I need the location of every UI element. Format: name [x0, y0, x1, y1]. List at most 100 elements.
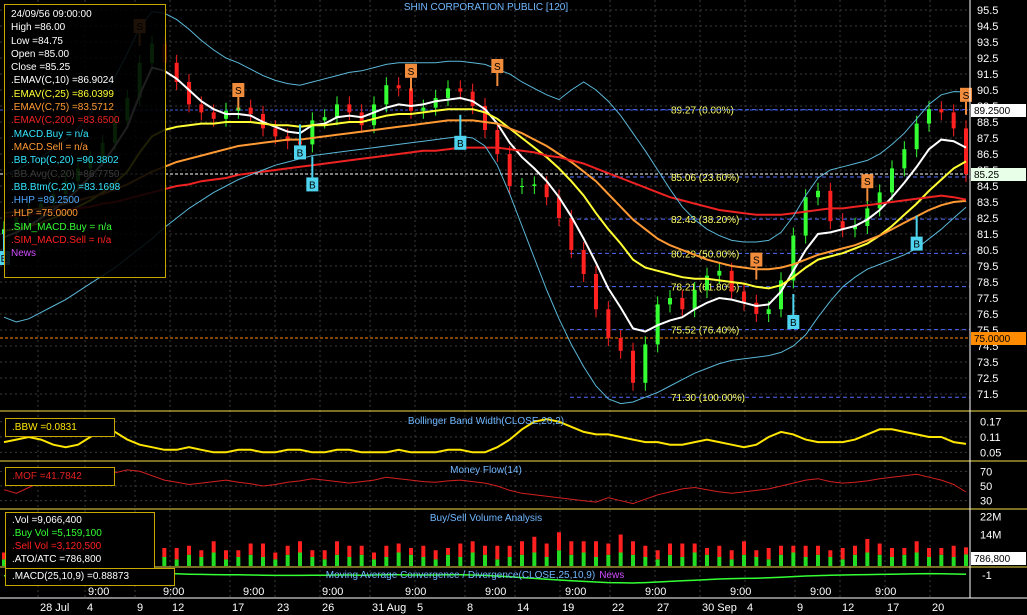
macd-buy-value: .MACD.Buy = n/a [11, 128, 89, 140]
bbw-panel-tick-label: 0.17 [980, 417, 1001, 429]
candle-body-55 [680, 298, 685, 310]
sell-volume-bar-13 [162, 548, 167, 557]
sell-volume-bar-23 [285, 545, 290, 555]
vol-value: .Vol =9,066,400 [12, 515, 82, 526]
sell-volume-bar-57 [705, 548, 709, 555]
candle-body-66 [816, 190, 820, 198]
buy-volume-bar-30 [372, 559, 376, 566]
sell-volume-bar-55 [680, 543, 685, 557]
signal-letter: S [963, 91, 970, 102]
buy-volume-bar-39 [483, 554, 487, 566]
price-tick-label: 71.5 [977, 389, 998, 401]
buy-volume-bar-40 [495, 559, 500, 566]
buy-volume-bar-41 [507, 557, 512, 566]
sell-volume-bar-38 [470, 541, 475, 553]
signal-letter: B [790, 318, 797, 329]
time-tick-label: 9:00 [485, 586, 506, 598]
sell-volume-bar-31 [384, 545, 389, 557]
sell-volume-bar-41 [507, 545, 512, 557]
price-tick-label: 72.5 [977, 373, 998, 385]
date-tick-label: 19 [562, 602, 574, 614]
sell-volume-bar-29 [359, 545, 364, 555]
buy-volume-bar-78 [964, 554, 968, 566]
sell-volume-bar-53 [655, 550, 660, 560]
buy-volume-bar-26 [322, 559, 327, 566]
sell-volume-bar-74 [914, 541, 919, 553]
price-tick-label: 77.5 [977, 293, 998, 305]
macd-sell-value: .MACD.Sell = n/a [11, 141, 88, 153]
buy-volume-bar-56 [692, 552, 697, 566]
candle-body-76 [939, 109, 944, 113]
sell-volume-bar-16 [199, 550, 204, 557]
sell-volume-bar-64 [791, 545, 796, 553]
sell-volume-bar-51 [631, 541, 635, 555]
sell-volume-bar-24 [298, 541, 302, 553]
price-tick-label: 82.5 [977, 213, 998, 225]
date-tick-label: 17 [887, 602, 899, 614]
candle-body-56 [692, 290, 697, 310]
candle-body-31 [384, 85, 389, 105]
time-tick-label: 9:00 [730, 586, 751, 598]
volume-value-box: .Vol =9,066,400 .Buy Vol =5,159,100 .Sel… [5, 512, 155, 570]
date-tick-label: 12 [172, 602, 184, 614]
mof-chart-title: Money Flow(14) [450, 465, 522, 476]
bbw-panel-tick-label: 0.05 [980, 447, 1001, 459]
news-label[interactable]: News [11, 247, 159, 260]
open-value: Open =85.00 [11, 48, 70, 60]
data-window: 24/09/56 09:00:00 High =86.00 Low =84.75… [4, 4, 166, 278]
fib-label: 85.06 (23.60%) [671, 173, 739, 184]
price-tick-label: 81.5 [977, 229, 998, 241]
buy-volume-bar-33 [409, 554, 413, 566]
emav200-value: .EMAV(C,200) =83.6500 [11, 115, 120, 127]
buy-volume-bar-47 [581, 552, 586, 566]
buy-volume-bar-22 [273, 559, 278, 566]
buy-volume-bar-43 [532, 552, 537, 566]
sell-volume-bar-56 [692, 543, 697, 553]
sell-volume-bar-73 [902, 548, 907, 555]
sell-volume-bar-47 [581, 541, 586, 553]
sell-volume-bar-19 [236, 550, 241, 557]
price-tick-label: 73.5 [977, 357, 998, 369]
candle-body-36 [446, 88, 450, 98]
time-tick-label: 9:00 [322, 586, 343, 598]
buy-volume-bar-37 [458, 557, 463, 566]
sell-volume-bar-15 [187, 545, 191, 555]
candle-body-48 [594, 274, 598, 310]
buy-volume-bar-28 [347, 557, 352, 566]
time-tick-label: 9:00 [875, 586, 896, 598]
hlp-value: .HLP =75.0000 [11, 208, 78, 220]
price-tick-label: 87.5 [977, 133, 998, 145]
candle-body-41 [507, 154, 512, 186]
buy-volume-bar-25 [310, 557, 315, 566]
buy-volume-bar-14 [174, 559, 179, 566]
low-value: Low =84.75 [11, 35, 63, 47]
buy-volume-bar-54 [668, 554, 672, 566]
date-tick-label: 27 [657, 602, 669, 614]
sell-volume-bar-28 [347, 545, 352, 557]
price-tick-label: 92.5 [977, 53, 998, 65]
sell-volume-bar-25 [310, 550, 315, 557]
buy-volume-bar-63 [779, 554, 783, 566]
buy-volume-bar-68 [840, 559, 845, 566]
sell-volume-bar-58 [717, 545, 722, 557]
date-tick-label: 4 [87, 602, 93, 614]
sell-volume-bar-30 [372, 552, 376, 560]
sell-volume-bar-36 [446, 548, 450, 555]
sell-volume-bar-40 [495, 545, 500, 560]
date-tick-label: 28 Jul [40, 602, 69, 614]
candle-body-15 [187, 82, 191, 105]
signal-letter: S [753, 256, 760, 267]
signal-letter: S [408, 67, 415, 78]
date-tick-label: 14 [517, 602, 529, 614]
time-tick-label: 9:00 [565, 586, 586, 598]
time-tick-label: 9:00 [88, 586, 109, 598]
fib-label: 71.30 (100.00%) [671, 393, 745, 404]
emav25-value: .EMAV(C,25) =86.0399 [11, 88, 114, 100]
buy-volume-bar-71 [877, 554, 882, 566]
sell-volume-bar-17 [211, 541, 216, 553]
sell-volume-bar-50 [618, 534, 623, 553]
date-tick-label: 8 [467, 602, 473, 614]
candle-body-30 [372, 104, 376, 126]
candle-body-77 [951, 112, 956, 129]
candle-body-29 [359, 112, 364, 126]
